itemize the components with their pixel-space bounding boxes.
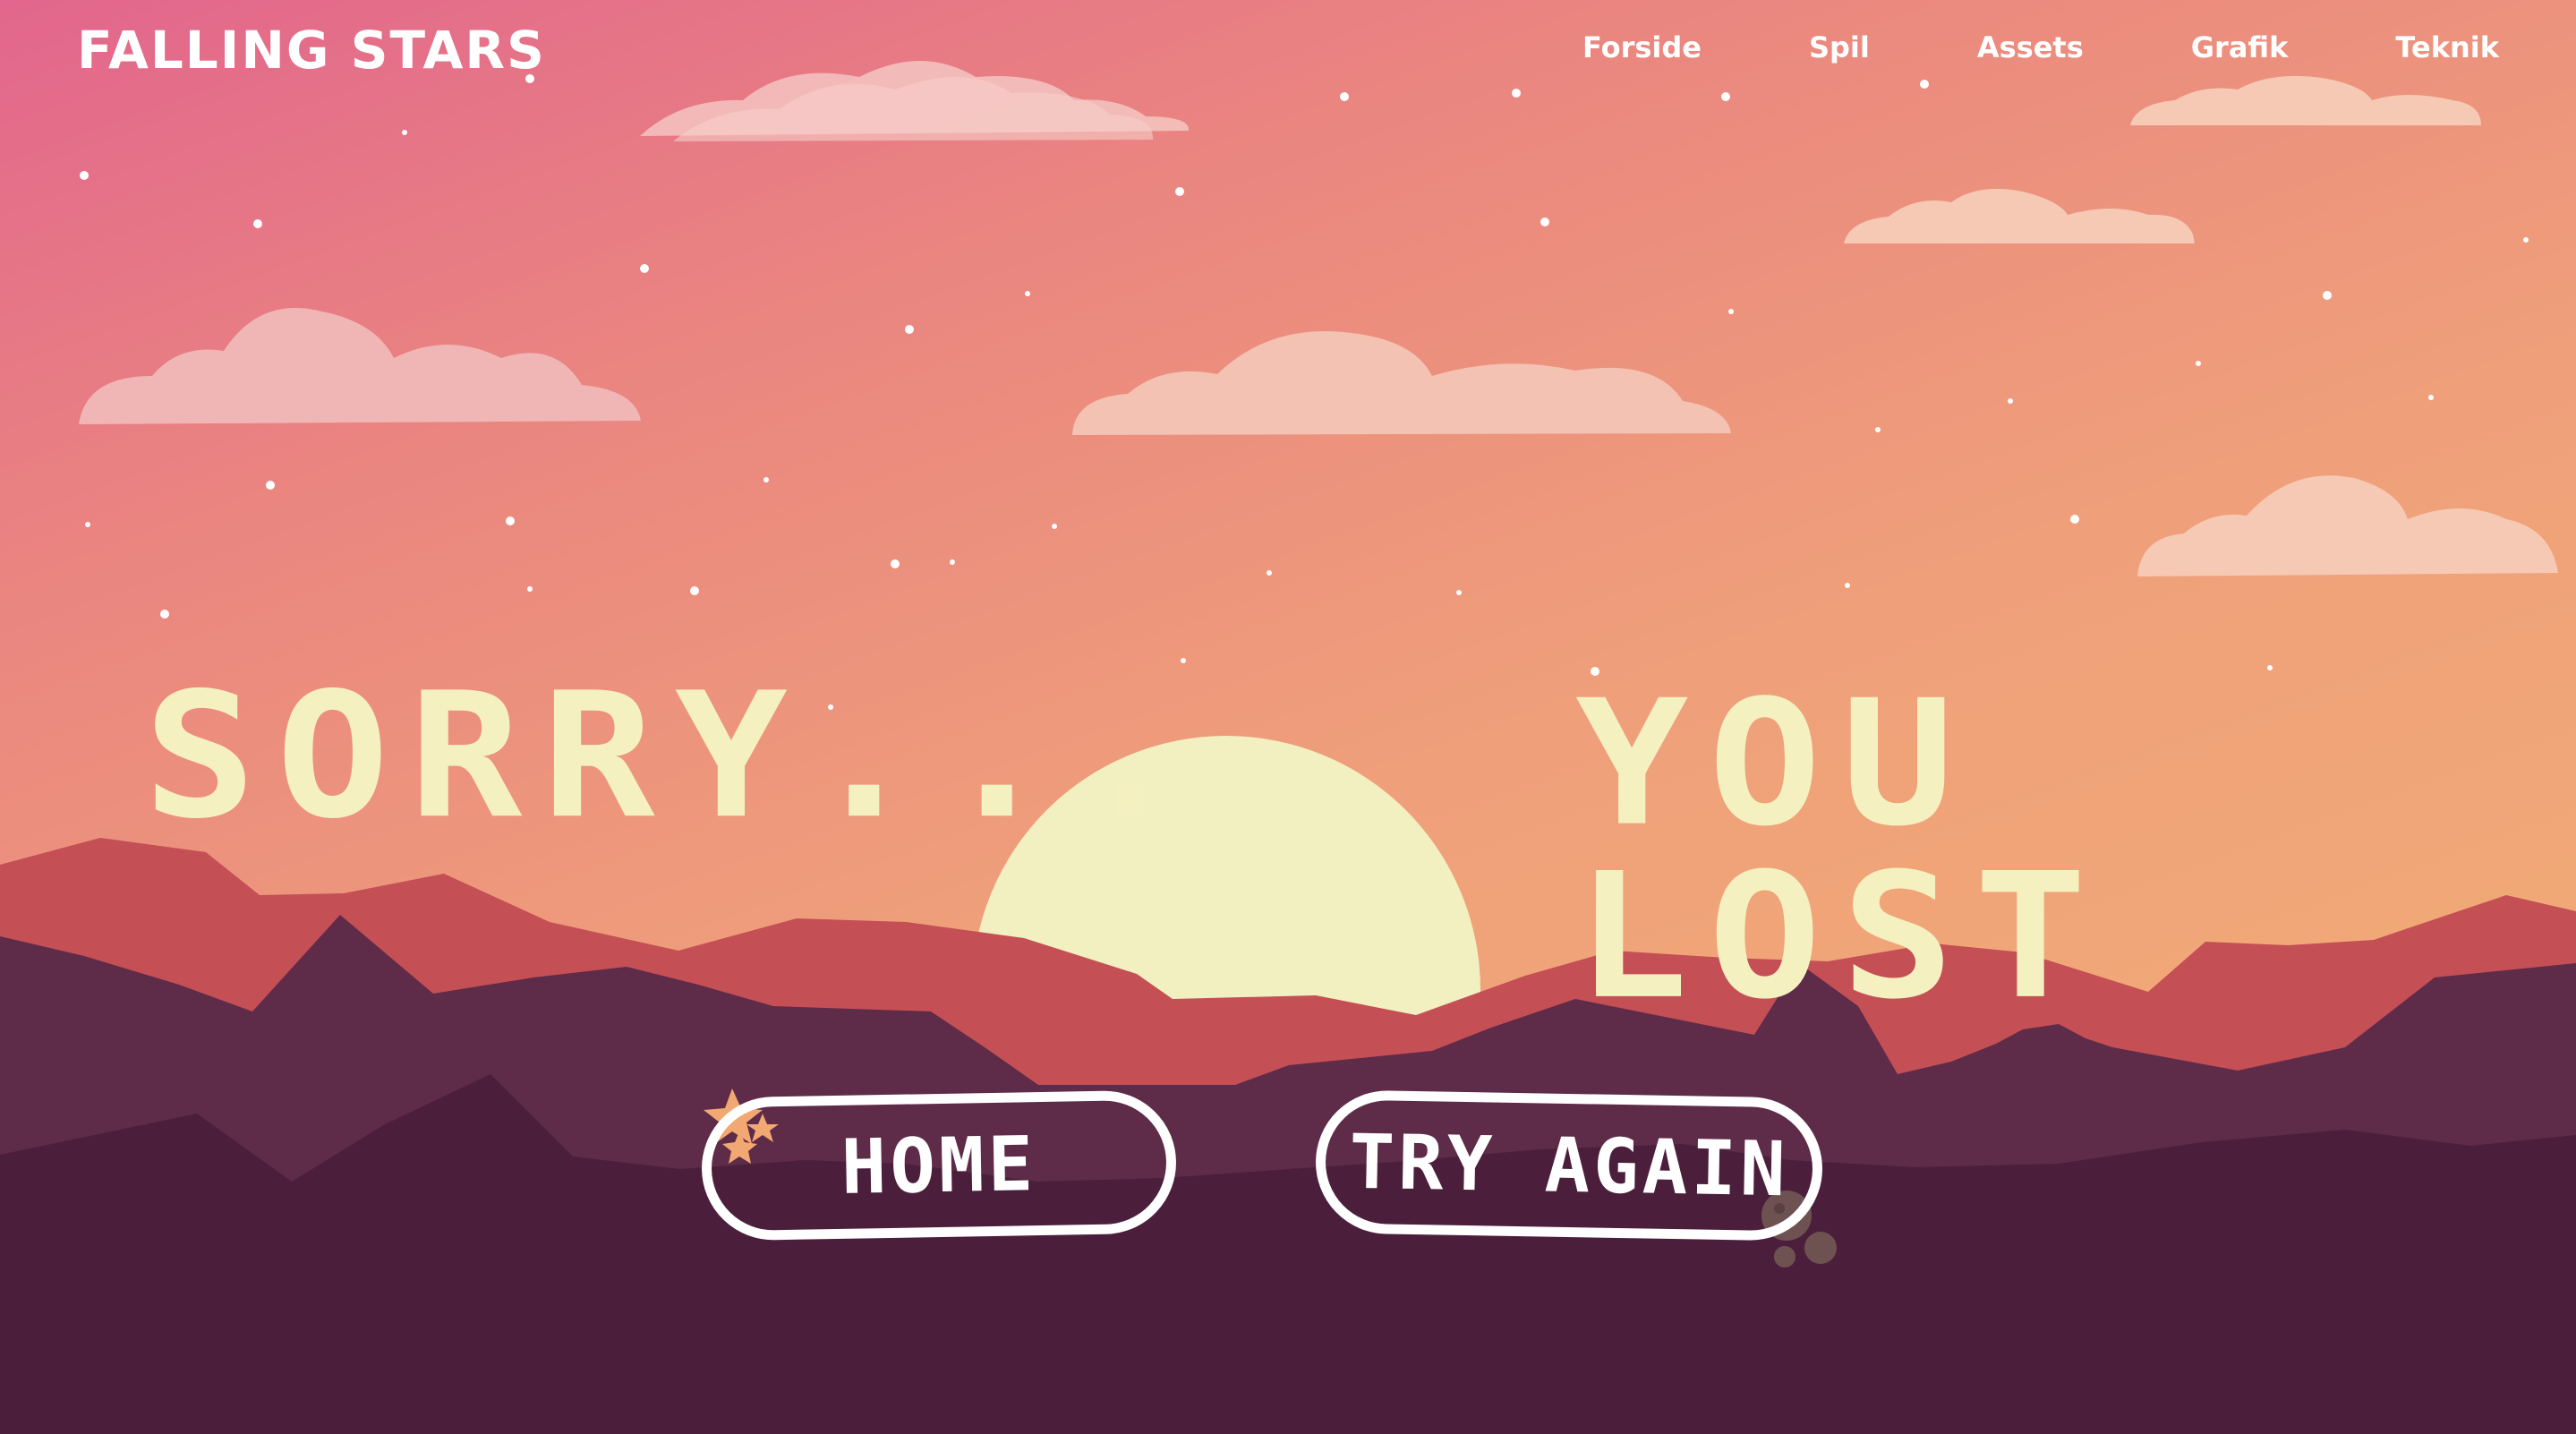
nav-item-forside[interactable]: Forside (1582, 30, 1702, 64)
home-button-label: HOME (840, 1120, 1037, 1211)
nav-item-teknik[interactable]: Teknik (2395, 30, 2499, 64)
main-nav: Forside Spil Assets Grafik Teknik (1582, 30, 2499, 64)
site-logo[interactable]: FALLING STARS (77, 20, 546, 81)
try-again-button-label: TRY AGAIN (1348, 1117, 1790, 1214)
nav-item-spil[interactable]: Spil (1809, 30, 1870, 64)
headline-sorry: SORRY... (143, 654, 1207, 858)
headline-you-lost: YOU LOST (1575, 662, 2107, 1037)
clouds (79, 61, 2558, 576)
home-button[interactable]: HOME (700, 1089, 1178, 1242)
nav-item-grafik[interactable]: Grafik (2191, 30, 2289, 64)
nav-item-assets[interactable]: Assets (1977, 30, 2084, 64)
try-again-button[interactable]: TRY AGAIN (1314, 1089, 1824, 1242)
